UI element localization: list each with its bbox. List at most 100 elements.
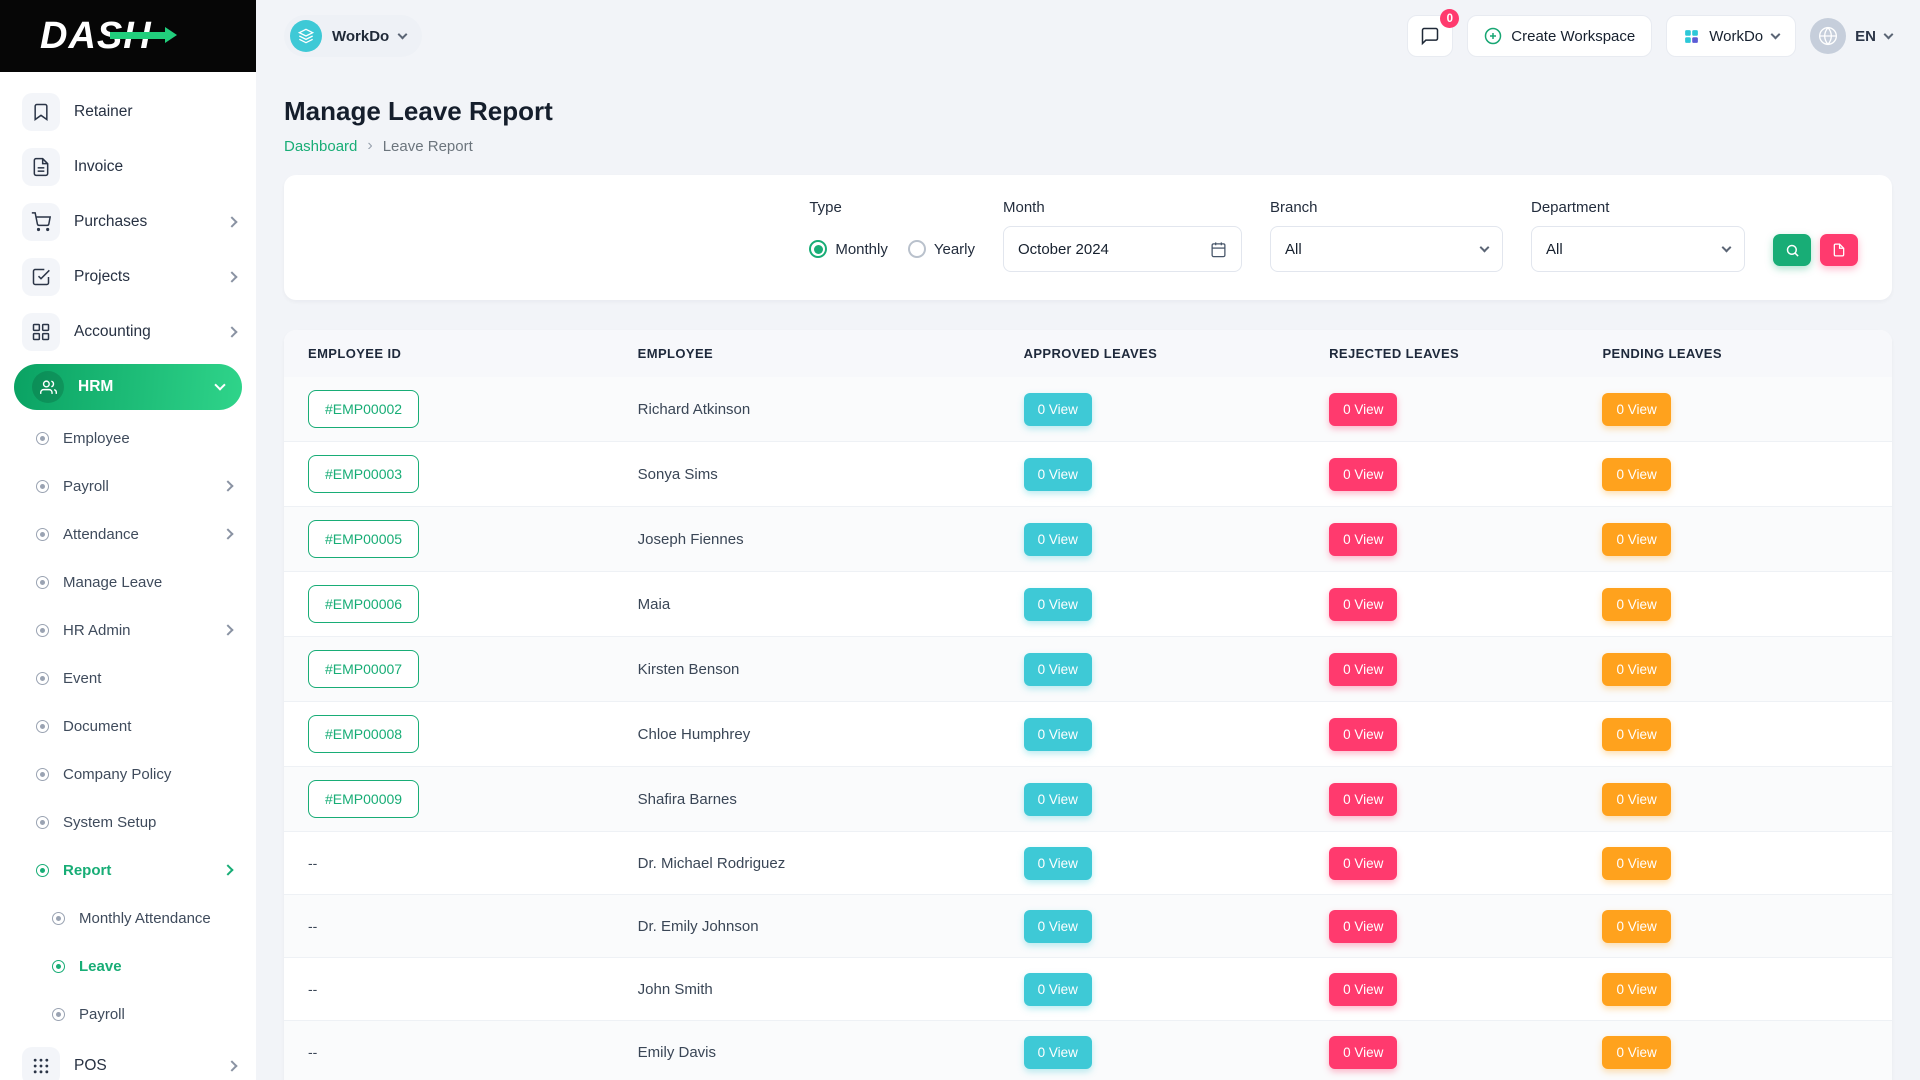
sidebar-item-event[interactable]: Event	[0, 654, 256, 702]
sidebar-item-employee[interactable]: Employee	[0, 414, 256, 462]
rejected-leaves-button[interactable]: 0 View	[1329, 523, 1397, 556]
employee-id-badge[interactable]: #EMP00003	[308, 455, 419, 493]
pending-leaves-button[interactable]: 0 View	[1602, 393, 1670, 426]
approved-leaves-button[interactable]: 0 View	[1024, 653, 1092, 686]
messages-button[interactable]: 0	[1407, 15, 1453, 57]
create-workspace-button[interactable]: Create Workspace	[1467, 15, 1652, 57]
pending-leaves-button[interactable]: 0 View	[1602, 653, 1670, 686]
rejected-leaves-button[interactable]: 0 View	[1329, 973, 1397, 1006]
employee-id-badge[interactable]: #EMP00009	[308, 780, 419, 818]
sidebar-item-label: Event	[63, 670, 101, 687]
sidebar-item-system-setup[interactable]: System Setup	[0, 798, 256, 846]
approved-leaves-button[interactable]: 0 View	[1024, 393, 1092, 426]
employee-id-badge: --	[308, 1034, 317, 1070]
type-monthly-radio[interactable]: Monthly	[809, 240, 888, 258]
month-input[interactable]: October 2024	[1003, 226, 1242, 272]
export-button[interactable]	[1820, 234, 1858, 266]
pending-leaves-button[interactable]: 0 View	[1602, 1036, 1670, 1069]
col-employee: EMPLOYEE	[622, 330, 1008, 377]
sidebar-item-company-policy[interactable]: Company Policy	[0, 750, 256, 798]
bullet-icon	[36, 624, 49, 637]
table-row: #EMP00007 Kirsten Benson 0 View 0 View 0…	[284, 637, 1892, 702]
table-row: -- Dr. Emily Johnson 0 View 0 View 0 Vie…	[284, 895, 1892, 958]
approved-leaves-button[interactable]: 0 View	[1024, 910, 1092, 943]
chevron-right-icon	[226, 1060, 237, 1071]
pending-leaves-button[interactable]: 0 View	[1602, 783, 1670, 816]
workspace-selector[interactable]: WorkDo	[284, 15, 422, 57]
employee-id-badge[interactable]: #EMP00007	[308, 650, 419, 688]
sidebar-item-label: Accounting	[74, 323, 151, 341]
sidebar-item-report[interactable]: Report	[0, 846, 256, 894]
rejected-leaves-button[interactable]: 0 View	[1329, 393, 1397, 426]
language-selector[interactable]: EN	[1810, 18, 1892, 54]
sidebar-item-document[interactable]: Document	[0, 702, 256, 750]
pending-leaves-button[interactable]: 0 View	[1602, 847, 1670, 880]
approved-leaves-button[interactable]: 0 View	[1024, 783, 1092, 816]
table-row: -- Dr. Michael Rodriguez 0 View 0 View 0…	[284, 832, 1892, 895]
sidebar-item-label: Employee	[63, 430, 130, 447]
sidebar-item-label: HR Admin	[63, 622, 131, 639]
approved-leaves-button[interactable]: 0 View	[1024, 718, 1092, 751]
employee-id-badge[interactable]: #EMP00005	[308, 520, 419, 558]
sidebar-item-pos[interactable]: POS	[0, 1038, 256, 1080]
rejected-leaves-button[interactable]: 0 View	[1329, 718, 1397, 751]
department-select[interactable]: All	[1531, 226, 1745, 272]
sidebar-item-payroll-report[interactable]: Payroll	[0, 990, 256, 1038]
rejected-leaves-button[interactable]: 0 View	[1329, 588, 1397, 621]
rejected-leaves-button[interactable]: 0 View	[1329, 458, 1397, 491]
chevron-right-icon	[222, 624, 233, 635]
rejected-leaves-button[interactable]: 0 View	[1329, 910, 1397, 943]
sidebar-item-label: Attendance	[63, 526, 139, 543]
approved-leaves-button[interactable]: 0 View	[1024, 523, 1092, 556]
chevron-down-icon	[1480, 243, 1490, 253]
chevron-down-icon	[1771, 30, 1781, 40]
breadcrumb-dashboard-link[interactable]: Dashboard	[284, 138, 357, 155]
approved-leaves-button[interactable]: 0 View	[1024, 973, 1092, 1006]
rejected-leaves-button[interactable]: 0 View	[1329, 653, 1397, 686]
employee-id-badge[interactable]: #EMP00002	[308, 390, 419, 428]
chevron-right-icon	[222, 864, 233, 875]
table-row: -- John Smith 0 View 0 View 0 View	[284, 958, 1892, 1021]
sidebar-item-accounting[interactable]: Accounting	[0, 304, 256, 359]
workdo-menu-button[interactable]: WorkDo	[1666, 15, 1796, 57]
sidebar-item-payroll[interactable]: Payroll	[0, 462, 256, 510]
sidebar-item-projects[interactable]: Projects	[0, 249, 256, 304]
rejected-leaves-button[interactable]: 0 View	[1329, 1036, 1397, 1069]
search-button[interactable]	[1773, 234, 1811, 266]
approved-leaves-button[interactable]: 0 View	[1024, 588, 1092, 621]
leave-report-table: EMPLOYEE ID EMPLOYEE APPROVED LEAVES REJ…	[284, 330, 1892, 1080]
pending-leaves-button[interactable]: 0 View	[1602, 588, 1670, 621]
employee-id-badge[interactable]: #EMP00008	[308, 715, 419, 753]
bullet-icon	[52, 1008, 65, 1021]
pending-leaves-button[interactable]: 0 View	[1602, 973, 1670, 1006]
rejected-leaves-button[interactable]: 0 View	[1329, 847, 1397, 880]
create-workspace-label: Create Workspace	[1511, 28, 1635, 45]
sidebar: DASH Retainer Invoice Pu	[0, 0, 256, 1080]
sidebar-item-invoice[interactable]: Invoice	[0, 139, 256, 194]
rejected-leaves-button[interactable]: 0 View	[1329, 783, 1397, 816]
type-yearly-radio[interactable]: Yearly	[908, 240, 975, 258]
approved-leaves-button[interactable]: 0 View	[1024, 1036, 1092, 1069]
pending-leaves-button[interactable]: 0 View	[1602, 718, 1670, 751]
sidebar-item-monthly-attendance[interactable]: Monthly Attendance	[0, 894, 256, 942]
plus-circle-icon	[1484, 27, 1502, 45]
pending-leaves-button[interactable]: 0 View	[1602, 910, 1670, 943]
breadcrumb: Dashboard › Leave Report	[284, 137, 1892, 155]
sidebar-item-purchases[interactable]: Purchases	[0, 194, 256, 249]
employee-id-badge[interactable]: #EMP00006	[308, 585, 419, 623]
sidebar-item-retainer[interactable]: Retainer	[0, 84, 256, 139]
radio-label: Monthly	[835, 241, 888, 258]
sidebar-item-hrm[interactable]: HRM	[14, 364, 242, 410]
sidebar-item-label: HRM	[78, 378, 113, 396]
workspace-layers-icon	[290, 20, 322, 52]
pending-leaves-button[interactable]: 0 View	[1602, 458, 1670, 491]
approved-leaves-button[interactable]: 0 View	[1024, 458, 1092, 491]
branch-select[interactable]: All	[1270, 226, 1503, 272]
sidebar-item-attendance[interactable]: Attendance	[0, 510, 256, 558]
sidebar-item-hr-admin[interactable]: HR Admin	[0, 606, 256, 654]
pending-leaves-button[interactable]: 0 View	[1602, 523, 1670, 556]
sidebar-item-leave[interactable]: Leave	[0, 942, 256, 990]
approved-leaves-button[interactable]: 0 View	[1024, 847, 1092, 880]
sidebar-item-manage-leave[interactable]: Manage Leave	[0, 558, 256, 606]
app-logo[interactable]: DASH	[40, 15, 152, 58]
